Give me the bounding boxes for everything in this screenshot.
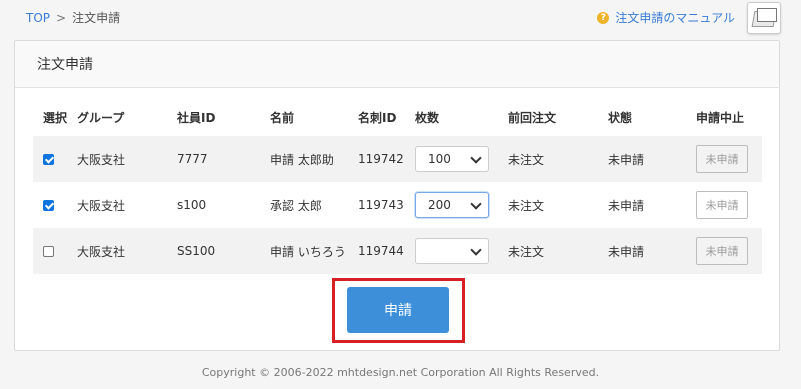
order-table: 選択 グループ 社員ID 名前 名刺ID 枚数 前回注文 状態 申請中止 大阪支… <box>33 98 762 274</box>
submit-button[interactable]: 申請 <box>347 287 449 333</box>
cancel-request-button[interactable]: 未申請 <box>696 191 748 219</box>
manual-link-label: 注文申請のマニュアル <box>615 11 735 25</box>
chevron-down-icon <box>470 244 482 256</box>
row-employee-id: s100 <box>177 182 270 228</box>
row-employee-id: 7777 <box>177 136 270 182</box>
row-employee-id: SS100 <box>177 228 270 274</box>
quantity-select[interactable]: 200 <box>415 192 489 218</box>
row-card-id: 119744 <box>358 228 415 274</box>
header-select: 選択 <box>43 110 68 125</box>
row-status: 未申請 <box>608 182 696 228</box>
row-status: 未申請 <box>608 136 696 182</box>
table-row: 大阪支社 s100 承認 太郎 119743 200 未注文 未申請 未申請 <box>33 182 762 228</box>
manual-link[interactable]: ? 注文申請のマニュアル <box>597 9 735 26</box>
row-last-order: 未注文 <box>508 136 608 182</box>
table-row: 大阪支社 SS100 申請 いちろう 119744 未注文 未申請 未申請 <box>33 228 762 274</box>
header-last-order: 前回注文 <box>508 110 557 125</box>
chevron-down-icon <box>470 152 482 164</box>
footer-copyright: Copyright © 2006-2022 mhtdesign.net Corp… <box>201 366 600 379</box>
row-select-checkbox[interactable] <box>43 200 54 211</box>
row-card-id: 119743 <box>358 182 415 228</box>
quantity-value: 100 <box>428 152 451 166</box>
row-select-checkbox[interactable] <box>43 246 54 257</box>
table-row: 大阪支社 7777 申請 太郎助 119742 100 未注文 未申請 未申請 <box>33 136 762 182</box>
row-last-order: 未注文 <box>508 182 608 228</box>
row-name: 承認 太郎 <box>270 182 358 228</box>
header-name: 名前 <box>270 110 295 125</box>
header-group: グループ <box>77 110 125 125</box>
help-circle-icon: ? <box>597 11 610 24</box>
row-group: 大阪支社 <box>77 228 177 274</box>
breadcrumb-current: 注文申請 <box>72 11 121 25</box>
header-cancel: 申請中止 <box>696 110 745 125</box>
quantity-value: 200 <box>428 198 451 212</box>
quantity-select[interactable] <box>415 238 489 264</box>
table-header-row: 選択 グループ 社員ID 名前 名刺ID 枚数 前回注文 状態 申請中止 <box>33 98 762 136</box>
chevron-down-icon <box>470 198 482 210</box>
row-group: 大阪支社 <box>77 182 177 228</box>
header-quantity: 枚数 <box>415 110 440 125</box>
row-name: 申請 太郎助 <box>270 136 358 182</box>
cancel-request-button[interactable]: 未申請 <box>696 145 748 173</box>
header-card-id: 名刺ID <box>358 110 397 125</box>
breadcrumb-separator: > <box>56 11 67 25</box>
row-status: 未申請 <box>608 228 696 274</box>
row-name: 申請 いちろう <box>270 228 358 274</box>
row-last-order: 未注文 <box>508 228 608 274</box>
header-employee-id: 社員ID <box>177 110 216 125</box>
panel-title: 注文申請 <box>15 41 779 88</box>
header-status: 状態 <box>608 110 633 125</box>
cancel-request-button[interactable]: 未申請 <box>696 237 748 265</box>
quantity-select[interactable]: 100 <box>415 146 489 172</box>
row-select-checkbox[interactable] <box>43 154 54 165</box>
breadcrumb-home-link[interactable]: TOP <box>26 11 50 25</box>
book-icon[interactable] <box>747 2 781 34</box>
breadcrumb: TOP > 注文申請 <box>26 9 120 26</box>
row-group: 大阪支社 <box>77 136 177 182</box>
row-card-id: 119742 <box>358 136 415 182</box>
